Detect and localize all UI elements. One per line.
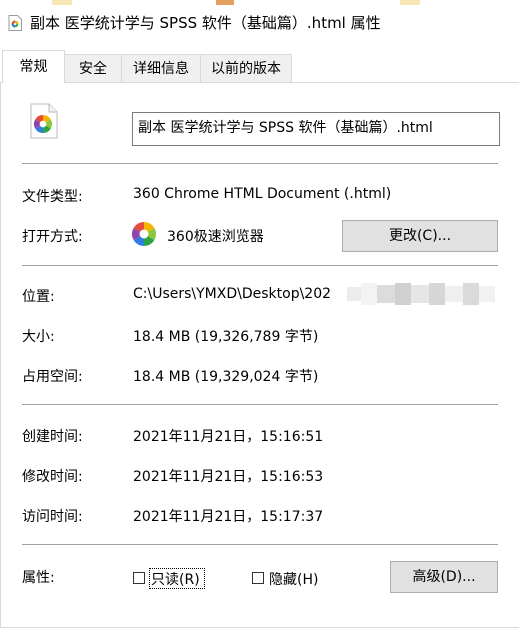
created-label: 创建时间: (22, 429, 83, 445)
redacted-blur (345, 281, 505, 307)
divider (22, 163, 498, 164)
readonly-label[interactable]: 只读(R) (151, 569, 200, 589)
change-button[interactable]: 更改(C)... (342, 220, 498, 252)
size-on-disk-value: 18.4 MB (19,329,024 字节) (133, 369, 319, 385)
360-browser-icon (131, 222, 157, 246)
created-value: 2021年11月21日，15:16:51 (133, 429, 324, 445)
accessed-label: 访问时间: (22, 509, 83, 525)
html-file-icon (30, 103, 58, 139)
open-with-value: 360极速浏览器 (167, 229, 264, 245)
readonly-checkbox[interactable] (133, 572, 145, 584)
hidden-label[interactable]: 隐藏(H) (269, 569, 318, 589)
divider (22, 404, 498, 405)
modified-value: 2021年11月21日，15:16:53 (133, 469, 324, 485)
file-type-label: 文件类型: (22, 189, 83, 205)
size-value: 18.4 MB (19,326,789 字节) (133, 329, 319, 345)
file-name-input[interactable]: 副本 医学统计学与 SPSS 软件（基础篇）.html (132, 112, 500, 146)
hidden-checkbox[interactable] (252, 572, 264, 584)
accessed-value: 2021年11月21日，15:17:37 (133, 509, 324, 525)
open-with-label: 打开方式: (22, 229, 83, 245)
divider (22, 544, 498, 545)
attributes-label: 属性: (22, 570, 55, 586)
modified-label: 修改时间: (22, 469, 83, 485)
divider (22, 265, 498, 266)
size-label: 大小: (22, 329, 55, 345)
file-type-value: 360 Chrome HTML Document (.html) (133, 186, 392, 202)
advanced-button[interactable]: 高级(D)... (390, 561, 498, 593)
location-label: 位置: (22, 289, 55, 305)
location-value: C:\Users\YMXD\Desktop\202 (133, 286, 332, 302)
size-on-disk-label: 占用空间: (22, 369, 83, 385)
